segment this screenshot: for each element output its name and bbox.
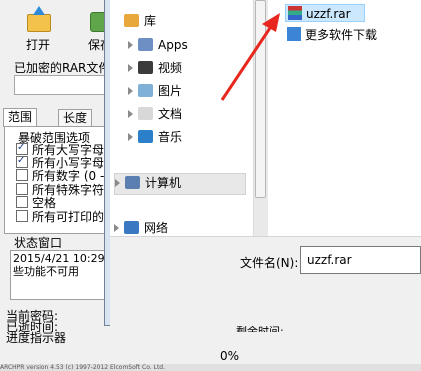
annotation-arrow [220, 13, 280, 101]
arrow-shaft [220, 24, 274, 101]
